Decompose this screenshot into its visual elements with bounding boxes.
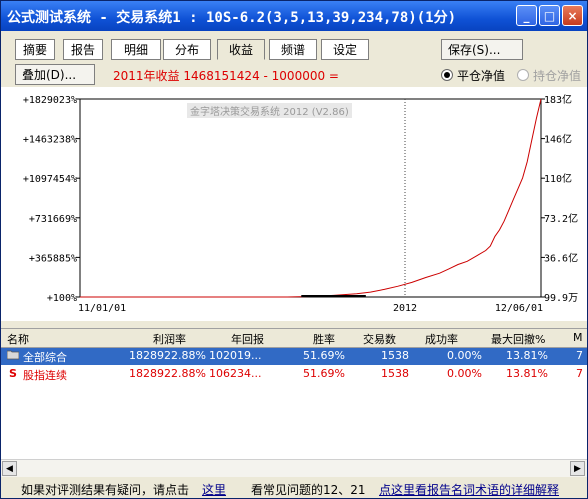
- col-trades[interactable]: 交易数: [363, 331, 396, 347]
- title-bar[interactable]: 公式测试系统 - 交易系统1 : 10S-6.2(3,5,13,39,234,7…: [1, 1, 587, 31]
- save-button[interactable]: 保存(S)...: [441, 39, 523, 60]
- row-trades: 1538: [381, 349, 409, 362]
- overlay-button[interactable]: 叠加(D)...: [15, 64, 95, 85]
- radio-label: 平仓净值: [457, 69, 506, 83]
- y-tick-label-right: 36.6亿: [544, 251, 578, 264]
- y-tick-label-right: 73.2亿: [544, 212, 578, 225]
- row-success: 0.00%: [447, 349, 482, 362]
- maximize-button[interactable]: □: [539, 5, 560, 26]
- row-win: 51.69%: [303, 349, 345, 362]
- chart-watermark: 金字塔决策交易系统 2012 (V2.86): [187, 103, 352, 118]
- faq-link[interactable]: 这里: [202, 481, 226, 498]
- income-text: 2011年收益 1468151424 - 1000000 =: [113, 69, 339, 83]
- row-profit: 1828922.88%: [129, 367, 206, 380]
- row-m: 7: [576, 367, 583, 380]
- close-button[interactable]: ×: [562, 5, 583, 26]
- y-tick-label-left: +365885%: [29, 253, 77, 264]
- tab-detail[interactable]: 明细: [111, 39, 161, 60]
- row-m: 7: [576, 349, 583, 362]
- radio-dot: [517, 69, 529, 81]
- row-annual: 106234...: [209, 367, 262, 380]
- s-badge-icon: S: [9, 367, 17, 380]
- window-title: 公式测试系统 - 交易系统1 : 10S-6.2(3,5,13,39,234,7…: [7, 10, 457, 26]
- tab-summary[interactable]: 摘要: [15, 39, 55, 60]
- radio-hold-equity: 持仓净值: [517, 67, 581, 84]
- tab-settings[interactable]: 设定: [321, 39, 369, 60]
- row-name: 全部综合: [23, 351, 67, 364]
- y-tick-label-left: +100%: [47, 293, 77, 304]
- horizontal-scrollbar[interactable]: ◀ ▶: [1, 459, 587, 477]
- col-name[interactable]: 名称: [7, 331, 29, 347]
- chart-svg: +1829023% 183亿 +1463238% 146亿 +1097454% 110亿 +…: [23, 93, 578, 314]
- scroll-right-icon[interactable]: ▶: [570, 461, 585, 476]
- scroll-left-icon[interactable]: ◀: [2, 461, 17, 476]
- row-success: 0.00%: [447, 367, 482, 380]
- app-window: 公式测试系统 - 交易系统1 : 10S-6.2(3,5,13,39,234,7…: [0, 0, 588, 499]
- col-drawdown[interactable]: 最大回撤%: [491, 331, 545, 347]
- y-tick-label-right: 146亿: [544, 133, 572, 146]
- x-tick-label: 2012: [393, 303, 417, 314]
- radio-dot-checked: [441, 69, 453, 81]
- table-header: 名称 利润率 年回报 胜率 交易数 成功率 最大回撤% M: [1, 329, 587, 348]
- glossary-link[interactable]: 点这里看报告名词术语的详细解释: [379, 481, 559, 498]
- y-tick-label-right: 110亿: [544, 172, 572, 185]
- row-annual: 102019...: [209, 349, 262, 362]
- tab-spectrum[interactable]: 频谱: [269, 39, 317, 60]
- footer-text: 如果对评测结果有疑问，请点击: [21, 483, 190, 497]
- x-tick-label: 12/06/01: [495, 303, 543, 314]
- minimize-button[interactable]: _: [516, 5, 537, 26]
- col-win[interactable]: 胜率: [313, 331, 335, 347]
- row-win: 51.69%: [303, 367, 345, 380]
- folder-icon: [6, 349, 20, 363]
- row-profit: 1828922.88%: [129, 349, 206, 362]
- row-drawdown: 13.81%: [506, 367, 548, 380]
- tab-income[interactable]: 收益: [217, 39, 265, 60]
- radio-close-equity[interactable]: 平仓净值: [441, 67, 505, 84]
- col-annual[interactable]: 年回报: [231, 331, 264, 347]
- row-name: 股指连续: [23, 369, 67, 382]
- y-tick-label-left: +731669%: [29, 214, 77, 225]
- table-row[interactable]: 全部综合 1828922.88% 102019... 51.69% 1538 0…: [1, 348, 587, 365]
- y-tick-label-right: 183亿: [544, 93, 572, 106]
- radio-label: 持仓净值: [533, 69, 582, 83]
- results-table: 名称 利润率 年回报 胜率 交易数 成功率 最大回撤% M 全部综合 18289…: [1, 328, 587, 459]
- col-m[interactable]: M: [573, 331, 583, 344]
- footer: 如果对评测结果有疑问，请点击 这里 看常见问题的12、21 点这里看报告名词术语…: [1, 478, 587, 498]
- y-tick-label-left: +1097454%: [23, 174, 77, 185]
- y-tick-label-right: 99.9万: [544, 293, 578, 304]
- tab-distribution[interactable]: 分布: [163, 39, 211, 60]
- y-tick-label-left: +1829023%: [23, 95, 77, 106]
- tab-report[interactable]: 报告: [63, 39, 103, 60]
- col-profit[interactable]: 利润率: [153, 331, 186, 347]
- row-trades: 1538: [381, 367, 409, 380]
- row-drawdown: 13.81%: [506, 349, 548, 362]
- plot-frame: [79, 98, 542, 298]
- footer-text-2: 看常见问题的12、21: [251, 483, 366, 497]
- equity-chart: +1829023% 183亿 +1463238% 146亿 +1097454% 110亿 +…: [1, 87, 587, 321]
- col-success[interactable]: 成功率: [425, 331, 458, 347]
- x-tick-label: 11/01/01: [78, 303, 126, 314]
- y-tick-label-left: +1463238%: [23, 135, 77, 146]
- table-row[interactable]: S 股指连续 1828922.88% 106234... 51.69% 1538…: [1, 366, 587, 383]
